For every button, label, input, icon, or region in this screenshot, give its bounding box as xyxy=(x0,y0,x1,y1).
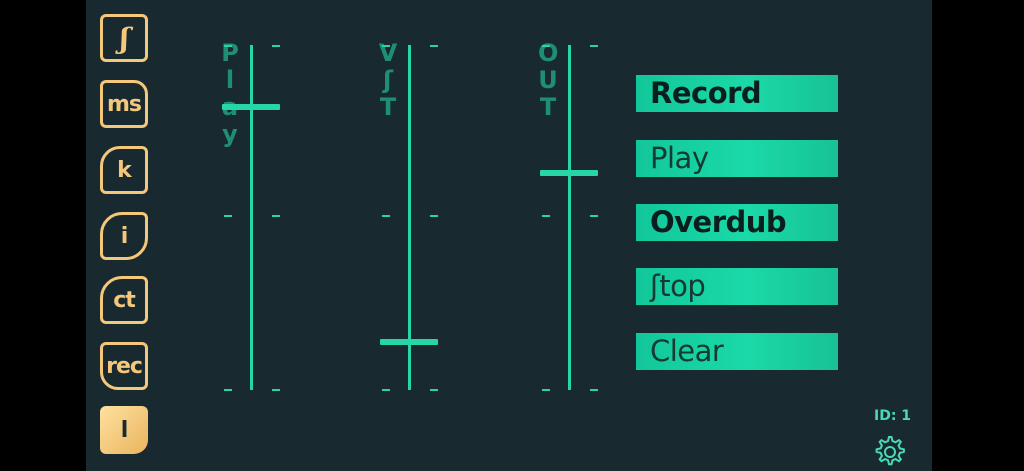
fader-tick xyxy=(542,389,550,391)
fader-tick xyxy=(382,389,390,391)
fader-label-letter: l xyxy=(225,66,235,94)
fader-thumb[interactable] xyxy=(380,338,438,345)
fader-label-letter: ʃ xyxy=(383,66,393,94)
device-id-label: ID: 1 xyxy=(874,408,912,424)
fader-tick xyxy=(430,45,438,47)
sidebar-item-label: k xyxy=(117,157,132,183)
fader-tick xyxy=(272,389,280,391)
fader-tick xyxy=(224,389,232,391)
fader-tick xyxy=(272,215,280,217)
fader-label-letter: T xyxy=(379,93,397,121)
record-button[interactable]: Record xyxy=(636,75,838,112)
sidebar-item-label: rec xyxy=(106,353,143,379)
fader-label-letter: U xyxy=(538,66,558,94)
fader-label-letter: y xyxy=(222,120,238,148)
sidebar-item-label: l xyxy=(120,417,128,443)
fader-tick xyxy=(382,45,390,47)
fader-out: O U T xyxy=(538,40,618,396)
fader-tick xyxy=(590,45,598,47)
fader-label: V ʃ T xyxy=(378,40,398,121)
fader-tick xyxy=(590,215,598,217)
fader-play: P l a y xyxy=(220,40,300,396)
sidebar-item-label: ʃ xyxy=(119,21,129,55)
sidebar-item-i[interactable]: i xyxy=(100,212,148,260)
fader-tick xyxy=(430,215,438,217)
overdub-button[interactable]: Overdub xyxy=(636,204,838,241)
fader-vst: V ʃ T xyxy=(378,40,458,396)
fader-label: P l a y xyxy=(220,40,240,148)
fader-thumb[interactable] xyxy=(222,104,280,111)
fader-tick xyxy=(224,215,232,217)
clear-button[interactable]: Clear xyxy=(636,333,838,370)
fader-label: O U T xyxy=(538,40,558,121)
sidebar-item-ms[interactable]: ms xyxy=(100,80,148,128)
fader-tick xyxy=(542,215,550,217)
sidebar-item-label: i xyxy=(120,223,128,249)
fader-tick xyxy=(430,389,438,391)
stop-button[interactable]: ʃtop xyxy=(636,268,838,305)
fader-tick xyxy=(272,45,280,47)
sidebar-item-ct[interactable]: ct xyxy=(100,276,148,324)
fader-track[interactable] xyxy=(250,45,253,390)
sidebar-item-label: ms xyxy=(106,91,142,117)
fader-tick xyxy=(382,215,390,217)
sidebar-item-label: ct xyxy=(113,287,136,313)
sidebar-item-k[interactable]: k xyxy=(100,146,148,194)
fader-label-letter: T xyxy=(539,93,557,121)
sidebar-item-l[interactable]: l xyxy=(100,406,148,454)
fader-tick xyxy=(224,45,232,47)
play-button[interactable]: Play xyxy=(636,140,838,177)
fader-tick xyxy=(590,389,598,391)
fader-track[interactable] xyxy=(568,45,571,390)
fader-thumb[interactable] xyxy=(540,169,598,176)
gear-icon[interactable] xyxy=(872,434,906,468)
fader-tick xyxy=(542,45,550,47)
sidebar-item-rec[interactable]: rec xyxy=(100,342,148,390)
sidebar-item-s[interactable]: ʃ xyxy=(100,14,148,62)
looper-app: ʃ ms k i ct rec l P l a y V ʃ xyxy=(86,0,932,471)
